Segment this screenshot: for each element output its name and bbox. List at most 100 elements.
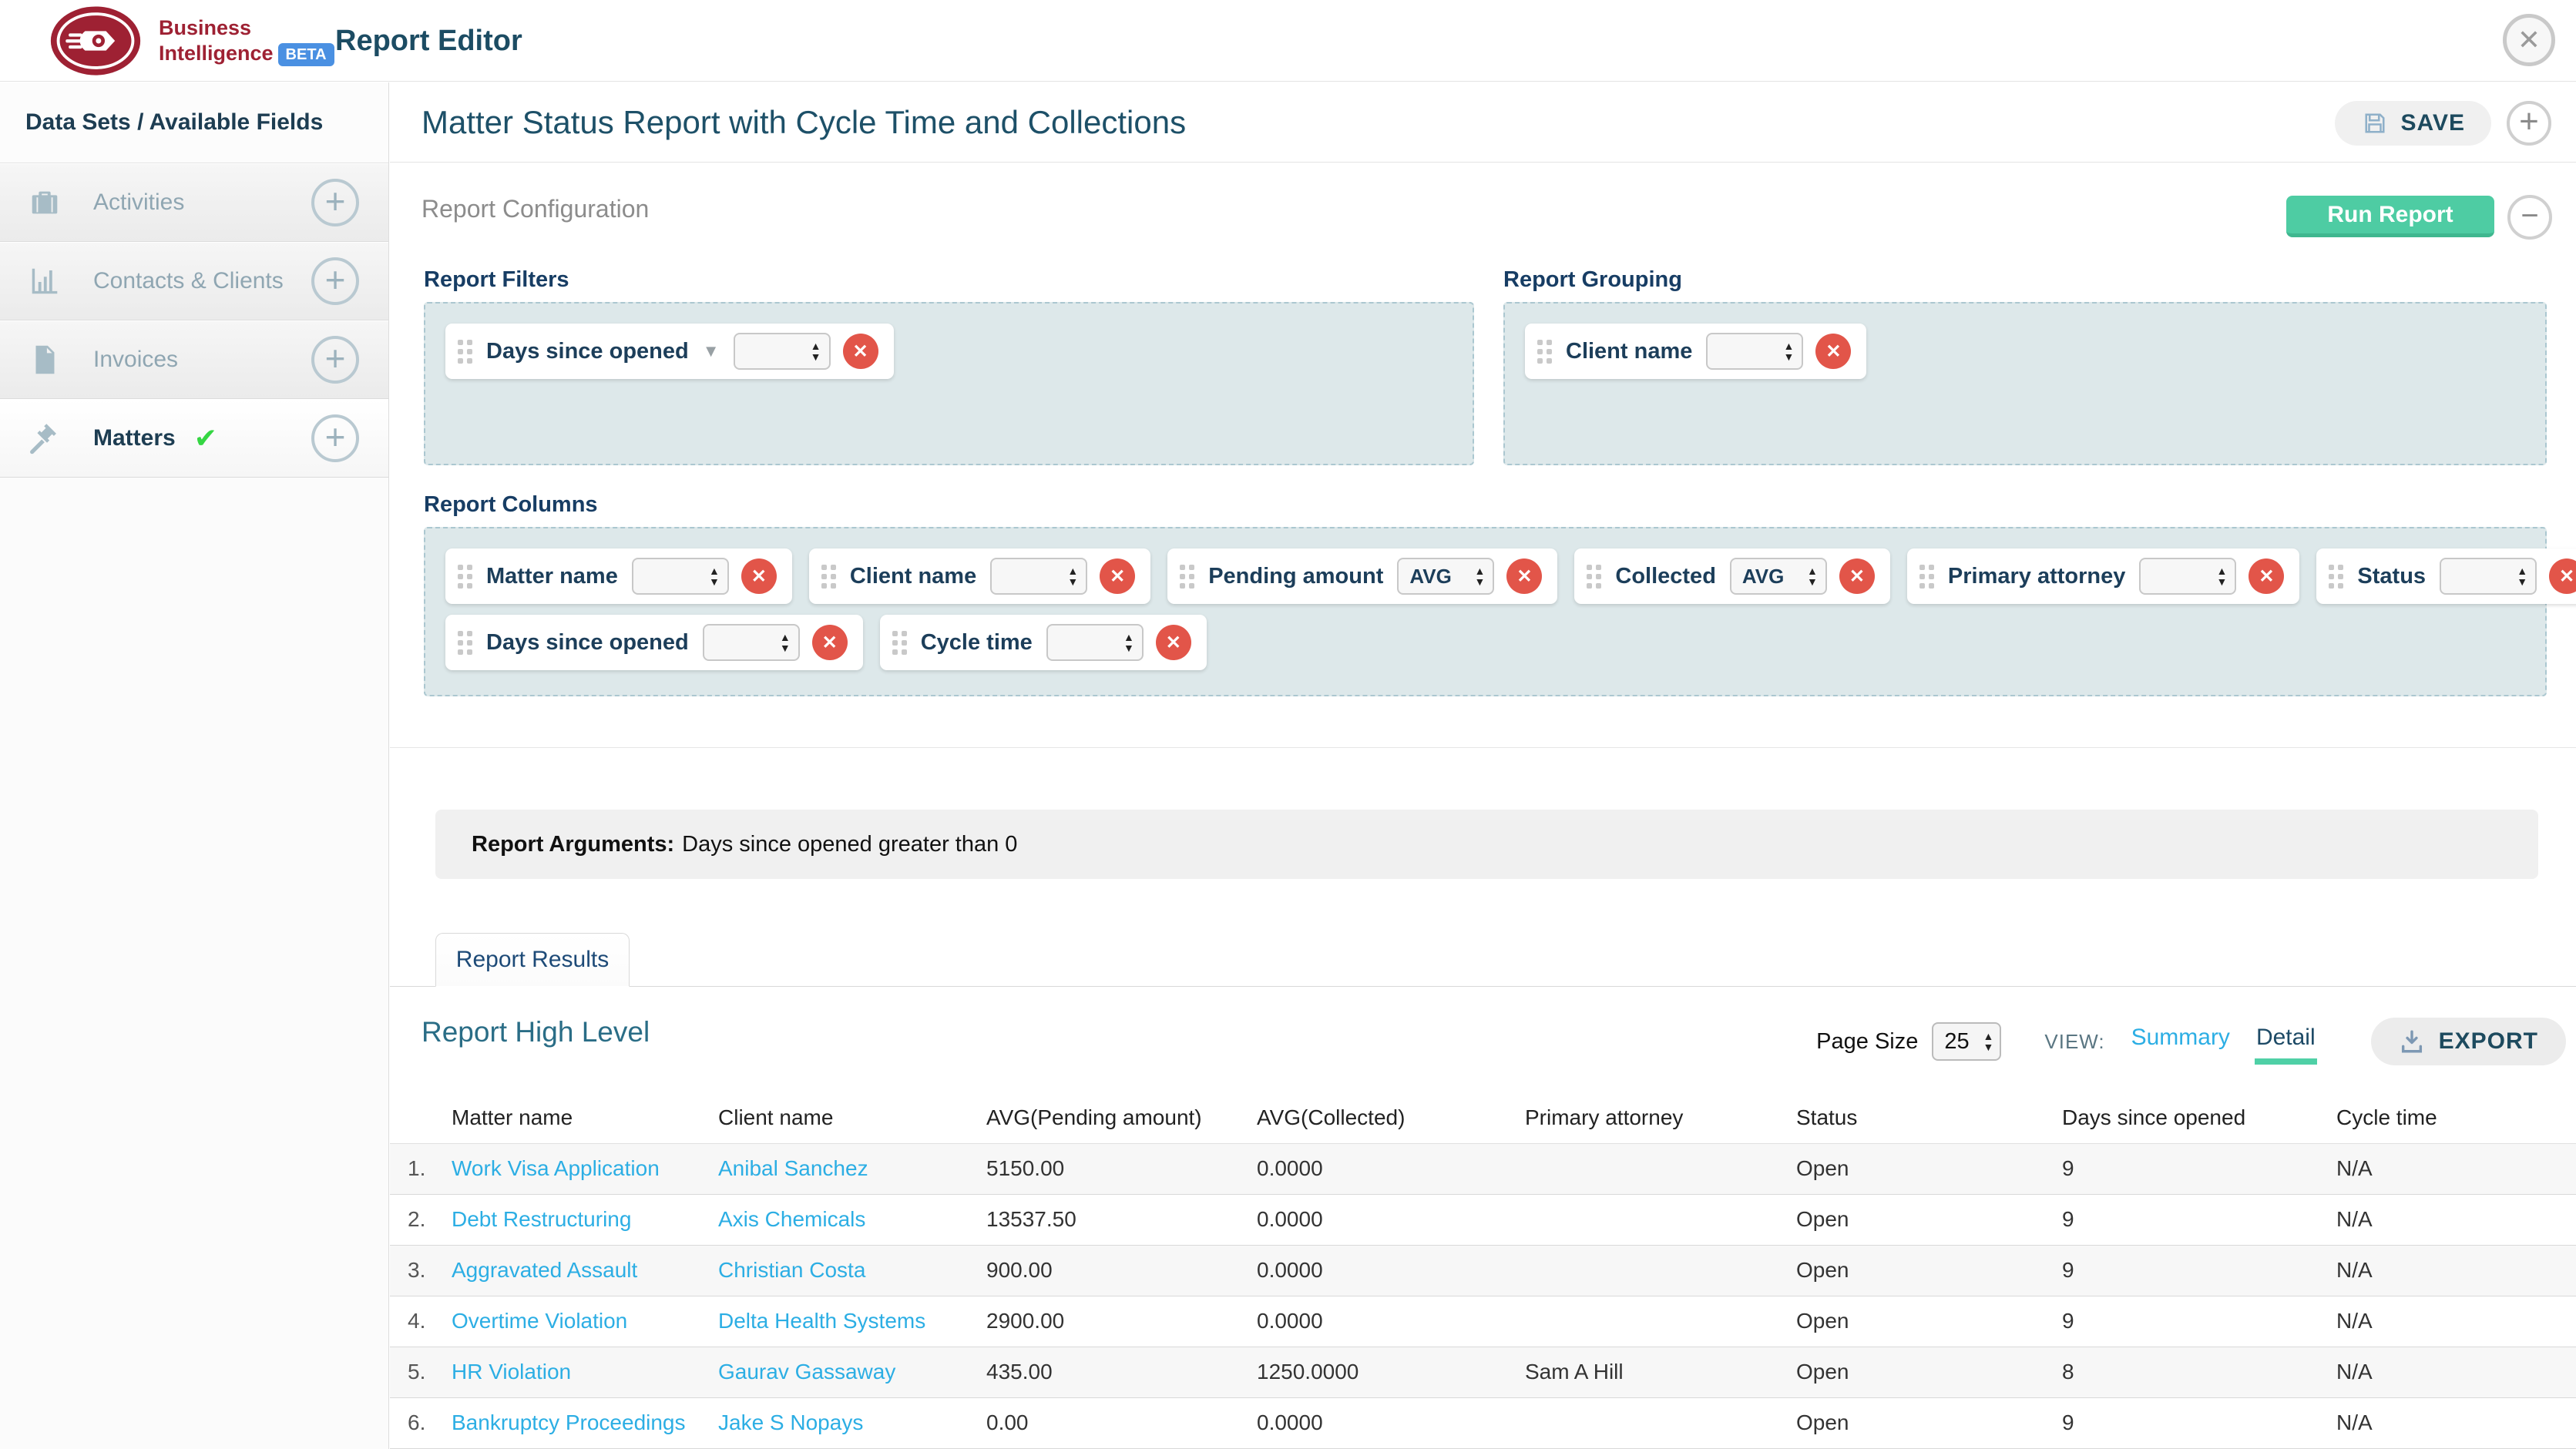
remove-field-icon[interactable]	[2549, 558, 2576, 594]
tab-report-results[interactable]: Report Results	[435, 933, 630, 987]
remove-field-icon[interactable]	[1100, 558, 1136, 594]
matter-name-cell: Work Visa Application	[452, 1143, 718, 1195]
filters-heading: Report Filters	[424, 267, 569, 292]
matter-link[interactable]: Aggravated Assault	[452, 1258, 637, 1282]
sidebar-item-invoices[interactable]: Invoices ✔	[0, 320, 388, 399]
grouping-field-chip[interactable]: Client name	[1525, 324, 1867, 379]
client-link[interactable]: Jake S Nopays	[718, 1410, 863, 1434]
sidebar-item-label: Contacts & Clients	[93, 267, 284, 293]
table-cell: 0.00	[986, 1397, 1257, 1449]
client-name-cell: Anibal Sanchez	[718, 1143, 986, 1195]
view-option-summary[interactable]: Summary	[2131, 1025, 2230, 1058]
drag-handle-icon[interactable]	[1587, 564, 1602, 589]
remove-field-icon[interactable]	[741, 558, 777, 594]
collapse-config-button[interactable]	[2507, 195, 2552, 240]
save-button[interactable]: SAVE	[2334, 101, 2491, 146]
column-field-chip[interactable]: Pending amount AVG	[1167, 548, 1558, 604]
remove-field-icon[interactable]	[811, 625, 848, 660]
drag-handle-icon[interactable]	[458, 564, 472, 589]
remove-field-icon[interactable]	[1506, 558, 1543, 594]
view-option-detail[interactable]: Detail	[2254, 1025, 2317, 1065]
matter-link[interactable]: Debt Restructuring	[452, 1207, 631, 1231]
download-icon	[2399, 1028, 2425, 1055]
page-size-select[interactable]: 25	[1932, 1022, 2002, 1061]
field-chip-label: Days since opened	[486, 338, 689, 364]
add-dataset-button[interactable]	[311, 178, 359, 226]
drag-handle-icon[interactable]	[892, 630, 907, 655]
column-field-chip[interactable]: Primary attorney	[1906, 548, 2300, 604]
remove-field-icon[interactable]	[1815, 334, 1852, 369]
row-number: 4.	[390, 1296, 452, 1347]
matter-link[interactable]: HR Violation	[452, 1360, 571, 1384]
columns-dropzone[interactable]: Matter name Client name Pending amount A…	[424, 527, 2576, 696]
aggregate-select[interactable]	[990, 558, 1088, 595]
chevron-down-icon[interactable]	[703, 341, 720, 361]
aggregate-select[interactable]: AVG	[1729, 558, 1827, 595]
add-dataset-button[interactable]	[311, 414, 359, 462]
close-icon[interactable]	[2503, 14, 2555, 66]
drag-handle-icon[interactable]	[458, 630, 472, 655]
filter-field-chip[interactable]: Days since opened	[445, 324, 894, 379]
client-link[interactable]: Delta Health Systems	[718, 1309, 925, 1333]
aggregate-select[interactable]: AVG	[1397, 558, 1495, 595]
matter-link[interactable]: Work Visa Application	[452, 1156, 660, 1180]
drag-handle-icon[interactable]	[1919, 564, 1934, 589]
client-link[interactable]: Axis Chemicals	[718, 1207, 865, 1231]
aggregate-select[interactable]	[1046, 624, 1144, 661]
remove-field-icon[interactable]	[1839, 558, 1875, 594]
document-icon	[25, 342, 64, 377]
client-link[interactable]: Gaurav Gassaway	[718, 1360, 895, 1384]
sidebar-item-activities[interactable]: Activities ✔	[0, 163, 388, 242]
drag-handle-icon[interactable]	[1537, 339, 1552, 364]
drag-handle-icon[interactable]	[821, 564, 836, 589]
filters-dropzone[interactable]: Days since opened	[424, 302, 1474, 465]
add-dataset-button[interactable]	[311, 335, 359, 384]
client-link[interactable]: Christian Costa	[718, 1258, 865, 1282]
matter-name-cell: Bankruptcy Proceedings	[452, 1397, 718, 1449]
column-field-chip[interactable]: Collected AVG	[1574, 548, 1890, 604]
aggregate-select[interactable]	[702, 624, 800, 661]
aggregate-select[interactable]	[631, 558, 729, 595]
sidebar-item-contacts-clients[interactable]: Contacts & Clients ✔	[0, 242, 388, 320]
sidebar-item-label: Invoices	[93, 346, 179, 372]
grouping-dropzone[interactable]: Client name	[1503, 302, 2547, 465]
page-size-label: Page Size	[1816, 1028, 1919, 1054]
client-link[interactable]: Anibal Sanchez	[718, 1156, 868, 1180]
remove-field-icon[interactable]	[842, 334, 878, 369]
report-title-row: Matter Status Report with Cycle Time and…	[390, 82, 2576, 163]
column-field-chip[interactable]: Matter name	[445, 548, 792, 604]
aggregate-select[interactable]	[2440, 558, 2537, 595]
brand-line1: Business	[159, 16, 252, 40]
matter-link[interactable]: Overtime Violation	[452, 1309, 627, 1333]
table-cell: 5150.00	[986, 1143, 1257, 1195]
table-cell: N/A	[2336, 1245, 2576, 1296]
aggregate-select[interactable]	[1706, 333, 1804, 370]
stepper-arrows-icon	[1983, 1031, 1994, 1052]
matter-name-cell: Overtime Violation	[452, 1296, 718, 1347]
table-cell: 435.00	[986, 1347, 1257, 1398]
remove-field-icon[interactable]	[2249, 558, 2285, 594]
drag-handle-icon[interactable]	[2329, 564, 2344, 589]
aggregate-select[interactable]	[2139, 558, 2237, 595]
results-table: Matter name Client name AVG(Pending amount…	[390, 1092, 2576, 1449]
report-name: Matter Status Report with Cycle Time and…	[421, 104, 1187, 140]
run-report-button[interactable]: Run Report	[2286, 196, 2494, 237]
drag-handle-icon[interactable]	[1180, 564, 1195, 589]
add-report-button[interactable]	[2507, 101, 2551, 146]
sidebar-item-matters[interactable]: Matters ✔	[0, 399, 388, 478]
drag-handle-icon[interactable]	[458, 339, 472, 364]
matter-link[interactable]: Bankruptcy Proceedings	[452, 1410, 686, 1434]
column-field-chip[interactable]: Client name	[808, 548, 1151, 604]
add-dataset-button[interactable]	[311, 257, 359, 305]
column-field-chip[interactable]: Days since opened	[445, 615, 863, 670]
table-cell: 9	[2062, 1245, 2336, 1296]
column-field-chip[interactable]: Status	[2316, 548, 2576, 604]
export-button[interactable]: EXPORT	[2370, 1018, 2566, 1065]
aggregate-select[interactable]	[733, 333, 831, 370]
sidebar-title: Data Sets / Available Fields	[0, 82, 388, 163]
column-field-chip[interactable]: Cycle time	[879, 615, 1207, 670]
results-heading: Report High Level	[421, 1016, 650, 1048]
remove-field-icon[interactable]	[1155, 625, 1191, 660]
table-cell: N/A	[2336, 1397, 2576, 1449]
field-chip-label: Cycle time	[920, 629, 1033, 655]
